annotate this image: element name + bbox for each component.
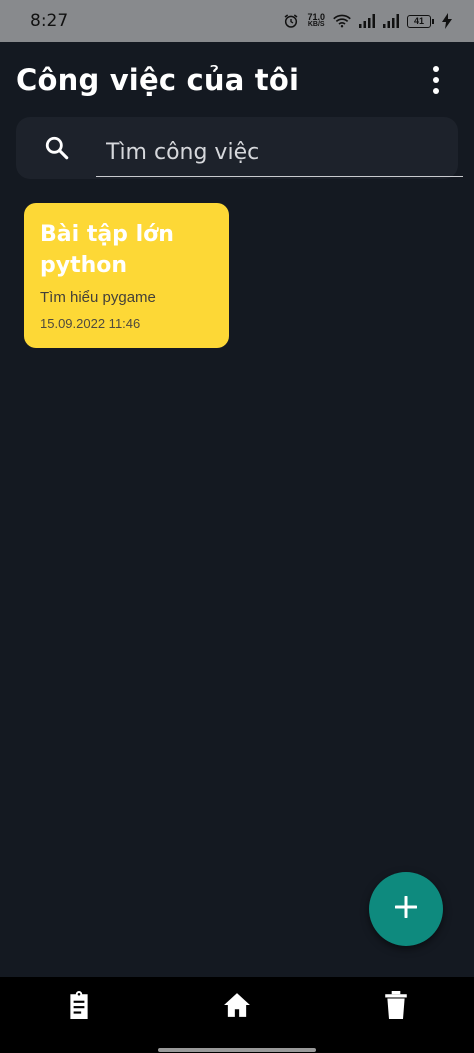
nav-item-trash[interactable] bbox=[376, 987, 416, 1027]
signal-icon-2 bbox=[383, 14, 399, 28]
alarm-icon bbox=[283, 13, 299, 29]
signal-icon bbox=[359, 14, 375, 28]
search-box bbox=[16, 117, 463, 179]
app-header: Công việc của tôi bbox=[0, 42, 474, 118]
status-bar: 8:27 71.0 KB/S 41 bbox=[0, 0, 474, 42]
plus-icon bbox=[394, 895, 418, 923]
wifi-icon bbox=[333, 14, 351, 28]
battery-level: 41 bbox=[407, 14, 431, 28]
task-title: Bài tập lớn python bbox=[40, 222, 174, 278]
page-title: Công việc của tôi bbox=[16, 63, 300, 97]
net-speed-unit: KB/S bbox=[307, 21, 325, 28]
trash-icon bbox=[385, 990, 407, 1024]
home-icon bbox=[223, 992, 251, 1023]
more-vertical-icon bbox=[433, 66, 439, 72]
task-description: Tìm hiểu pygame bbox=[40, 289, 156, 306]
charging-icon bbox=[442, 13, 452, 29]
clipboard-icon bbox=[66, 990, 92, 1024]
net-speed: 71.0 KB/S bbox=[307, 13, 325, 29]
task-date: 15.09.2022 11:46 bbox=[40, 316, 141, 331]
status-icons: 71.0 KB/S 41 bbox=[283, 13, 452, 29]
add-task-button[interactable] bbox=[369, 872, 443, 946]
task-card[interactable]: Bài tập lớn python Tìm hiểu pygame 15.09… bbox=[24, 203, 229, 348]
search-input[interactable] bbox=[96, 129, 463, 177]
status-time: 8:27 bbox=[30, 11, 69, 31]
more-options-button[interactable] bbox=[424, 60, 448, 100]
bottom-nav bbox=[0, 977, 474, 1053]
search-icon[interactable] bbox=[44, 135, 70, 166]
nav-item-home[interactable] bbox=[217, 987, 257, 1027]
home-indicator bbox=[158, 1048, 316, 1052]
nav-item-tasks[interactable] bbox=[59, 987, 99, 1027]
battery-icon: 41 bbox=[407, 14, 434, 28]
net-speed-value: 71.0 bbox=[307, 12, 325, 22]
